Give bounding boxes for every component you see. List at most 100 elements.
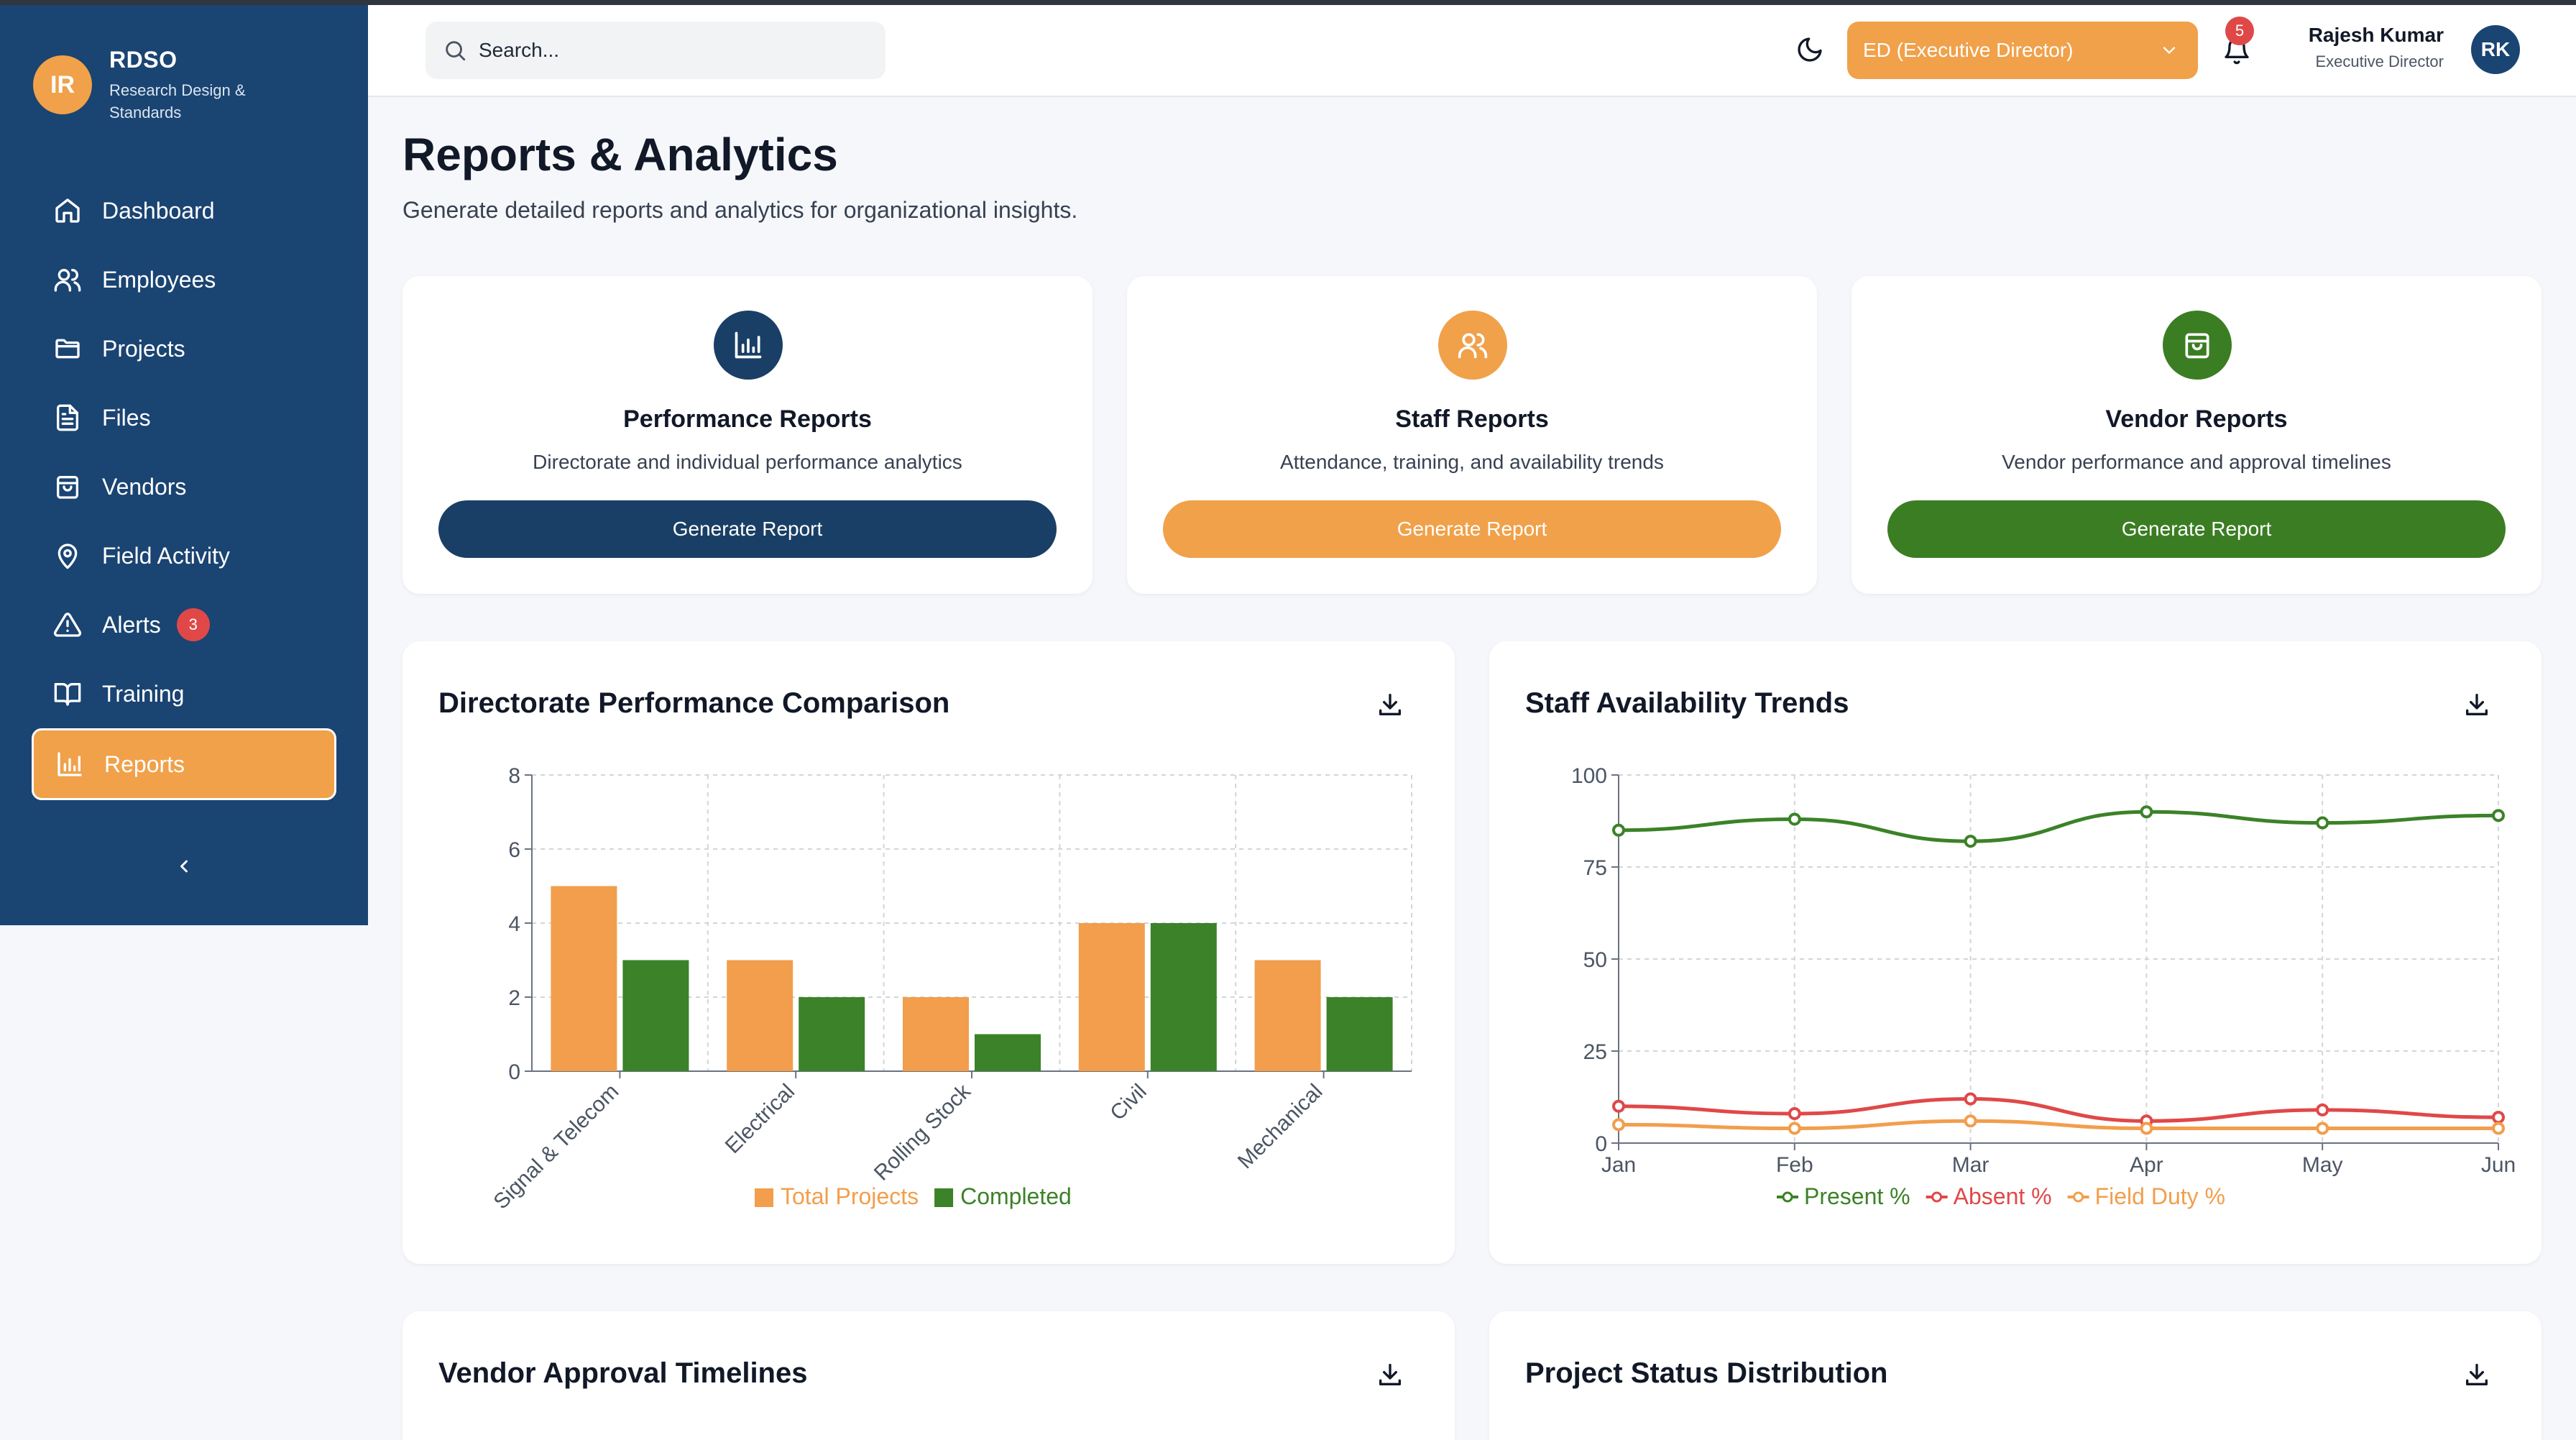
sidebar-item-dashboard[interactable]: Dashboard (32, 176, 336, 245)
legend-marker (1931, 1191, 1943, 1203)
bar-completed (622, 960, 689, 1071)
folder-icon (55, 339, 80, 359)
bag-icon (57, 476, 79, 499)
window-top-border (0, 0, 2576, 5)
chart-title: Directorate Performance Comparison (438, 687, 950, 719)
y-tick-label: 6 (508, 838, 520, 862)
y-tick-label: 4 (508, 912, 520, 936)
sidebar-item-label: Employees (102, 266, 216, 293)
data-point (2492, 809, 2505, 822)
x-tick-label: Jun (2481, 1153, 2516, 1177)
sidebar-item-field-activity[interactable]: Field Activity (32, 521, 336, 590)
x-tick-label: Rolling Stock (870, 1079, 976, 1186)
data-point (1612, 1118, 1625, 1132)
directorate-performance-card: 0 2 4 6 8 Signal & Telecom Electrical Rolling S… (402, 641, 1455, 1264)
series-line (1618, 1097, 2499, 1123)
sidebar-item-label: Reports (104, 751, 185, 777)
sidebar-item-projects[interactable]: Projects (32, 314, 336, 383)
download-icon[interactable] (2462, 1360, 2491, 1389)
card-title: Vendor Reports (2105, 405, 2288, 433)
vendor-icon-circle (2163, 311, 2232, 380)
sidebar-item-files[interactable]: Files (32, 383, 336, 452)
sidebar-collapse-button[interactable] (170, 852, 198, 881)
x-tick-label: Electrical (721, 1080, 799, 1158)
role-select[interactable]: ED (Executive Director) (1847, 22, 2198, 79)
legend-label: Field Duty % (2095, 1183, 2225, 1209)
card-title: Staff Reports (1395, 405, 1549, 433)
series-line (1618, 1119, 2498, 1131)
x-tick-label: Signal & Telecom (489, 1080, 623, 1214)
y-tick-label: 25 (1583, 1040, 1607, 1064)
brand-subtitle: Research Design & Standards (109, 81, 246, 121)
chart-title: Staff Availability Trends (1525, 687, 1849, 719)
download-icon[interactable] (1376, 690, 1404, 719)
data-point (1788, 1122, 1801, 1135)
card-description: Attendance, training, and availability t… (1280, 451, 1664, 473)
legend-marker (2073, 1191, 2084, 1203)
page-title: Reports & Analytics (402, 129, 838, 180)
y-tick-label: 8 (508, 764, 520, 788)
series-line (1618, 810, 2499, 843)
search-input[interactable] (479, 39, 852, 62)
generate-staff-report-button[interactable]: Generate Report (1163, 500, 1781, 558)
bar-total (551, 886, 617, 1071)
download-icon[interactable] (2462, 690, 2491, 719)
x-tick-label: Mar (1952, 1153, 1990, 1177)
staff-availability-chart: 0255075100Jan Feb Mar Apr May JunPresent % Abs… (1571, 764, 2516, 1209)
generate-performance-report-button[interactable]: Generate Report (438, 500, 1057, 558)
sidebar-item-label: Alerts (102, 611, 161, 638)
sidebar-item-alerts[interactable]: Alerts 3 (32, 590, 336, 659)
sidebar-item-training[interactable]: Training (32, 659, 336, 728)
bar-total (727, 960, 794, 1071)
bar-chart-icon (58, 752, 82, 776)
sidebar-item-label: Training (102, 680, 185, 707)
alerts-count-badge: 3 (176, 608, 210, 641)
notification-badge: 5 (2225, 17, 2254, 45)
sidebar-item-vendors[interactable]: Vendors (32, 452, 336, 521)
sidebar-nav: Dashboard Employees Projects Files Vendo… (32, 176, 336, 800)
sidebar-item-employees[interactable]: Employees (32, 245, 336, 314)
page-subtitle: Generate detailed reports and analytics … (402, 197, 1078, 223)
download-icon[interactable] (1376, 1360, 1404, 1389)
sidebar-item-label: Projects (102, 335, 185, 362)
data-point (1612, 1099, 1625, 1113)
legend-label: Present % (1804, 1183, 1910, 1209)
directorate-performance-chart: 0 2 4 6 8 Signal & Telecom Electrical Rolling S… (489, 764, 1412, 1214)
search-icon (446, 41, 466, 61)
data-point (1964, 835, 1977, 848)
chart-title: Vendor Approval Timelines (438, 1357, 808, 1389)
x-tick-label: Jan (1601, 1153, 1636, 1177)
sidebar-item-label: Dashboard (102, 197, 215, 224)
data-point (1964, 1114, 1977, 1128)
bar-completed (975, 1034, 1041, 1071)
x-tick-label: Civil (1105, 1080, 1151, 1125)
top-header: ED (Executive Director) 5 Rajesh Kumar E… (368, 5, 2576, 97)
vendor-approval-card: Vendor Approval Timelines (402, 1311, 1455, 1440)
user-role: Executive Director (2315, 52, 2444, 70)
x-tick-label: Feb (1776, 1153, 1813, 1177)
data-point (2492, 1111, 2505, 1124)
legend-swatch (755, 1188, 773, 1207)
users-icon (54, 269, 81, 292)
bar-chart-icon (735, 331, 762, 359)
moon-icon[interactable] (1795, 35, 1824, 64)
bag-icon (2185, 333, 2209, 359)
sidebar-item-reports[interactable]: Reports (32, 728, 336, 800)
generate-vendor-report-button[interactable]: Generate Report (1887, 500, 2506, 558)
brand-name: RDSO (109, 47, 178, 73)
card-title: Performance Reports (623, 405, 872, 433)
y-tick-label: 2 (508, 986, 520, 1010)
users-icon (1458, 333, 1488, 359)
data-point (2140, 1122, 2153, 1135)
y-tick-label: 50 (1583, 948, 1607, 972)
data-point (2316, 816, 2329, 830)
y-tick-label: 100 (1571, 764, 1607, 788)
avatar[interactable]: RK (2471, 25, 2520, 74)
brand-logo: IR (33, 55, 92, 114)
data-point (2140, 805, 2153, 819)
user-info[interactable]: Rajesh Kumar Executive Director (2309, 24, 2444, 71)
y-tick-label: 75 (1583, 856, 1607, 880)
brand: IR RDSO Research Design & Standards (33, 47, 296, 124)
search-box[interactable] (426, 22, 886, 79)
sidebar-item-label: Vendors (102, 473, 187, 500)
